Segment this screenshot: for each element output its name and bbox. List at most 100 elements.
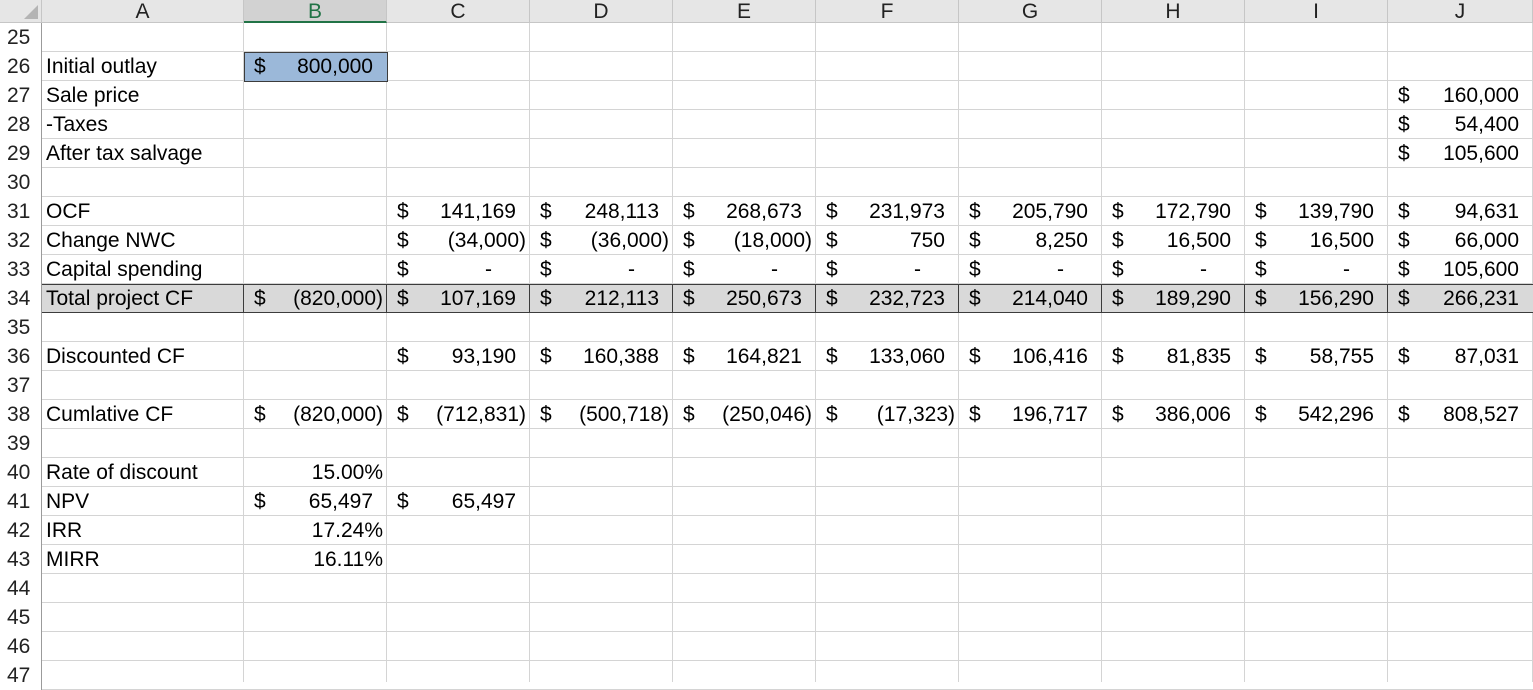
label-after-tax-salvage[interactable]: After tax salvage [46,139,202,168]
change-nwc-cell[interactable]: (36,000) [591,226,669,255]
row-header-29[interactable]: 29 [0,139,42,168]
discounted-cf-cell[interactable]: 93,190 [452,342,516,371]
discounted-cf-cell[interactable]: 160,388 [583,342,659,371]
cumulative-cf-cell[interactable]: 386,006 [1155,400,1231,429]
row-header-33[interactable]: 33 [0,255,42,284]
capital-spending-cell[interactable]: - [1057,255,1064,284]
label-sale-price[interactable]: Sale price [46,81,139,110]
irr-value[interactable]: 17.24% [312,516,383,545]
change-nwc-cell[interactable]: 16,500 [1310,226,1374,255]
row-header-42[interactable]: 42 [0,516,42,545]
rate-of-discount-value[interactable]: 15.00% [312,458,383,487]
cumulative-cf-cell[interactable]: 808,527 [1443,400,1519,429]
total-cf-cell[interactable]: 214,040 [1012,284,1088,313]
row-header-45[interactable]: 45 [0,603,42,632]
cumulative-cf-cell[interactable]: 542,296 [1298,400,1374,429]
select-all-corner[interactable] [0,0,42,23]
sale-price-value[interactable]: 160,000 [1443,81,1519,110]
ocf-cell[interactable]: 205,790 [1012,197,1088,226]
capital-spending-cell[interactable]: - [1343,255,1350,284]
npv-check-value[interactable]: 65,497 [452,487,516,516]
column-header-i[interactable]: I [1245,0,1388,23]
cumulative-cf-cell[interactable]: (712,831) [436,400,526,429]
cumulative-cf-cell[interactable]: (17,323) [877,400,955,429]
row-header-36[interactable]: 36 [0,342,42,371]
cumulative-cf-cell[interactable]: (500,718) [579,400,669,429]
column-header-h[interactable]: H [1102,0,1245,23]
row-header-39[interactable]: 39 [0,429,42,458]
label-mirr[interactable]: MIRR [46,545,100,574]
discounted-cf-cell[interactable]: 133,060 [869,342,945,371]
column-header-d[interactable]: D [530,0,673,23]
total-cf-cell[interactable]: 189,290 [1155,284,1231,313]
discounted-cf-cell[interactable]: 164,821 [726,342,802,371]
column-header-b[interactable]: B [244,0,387,23]
label-initial-outlay[interactable]: Initial outlay [46,52,157,81]
cumulative-cf-cell-b[interactable]: (820,000) [293,400,383,429]
cumulative-cf-cell[interactable]: 196,717 [1012,400,1088,429]
npv-value[interactable]: 65,497 [309,487,373,516]
row-header-35[interactable]: 35 [0,313,42,342]
row-header-38[interactable]: 38 [0,400,42,429]
ocf-cell[interactable]: 268,673 [726,197,802,226]
change-nwc-cell[interactable]: (34,000) [448,226,526,255]
capital-spending-cell[interactable]: - [914,255,921,284]
row-header-27[interactable]: 27 [0,81,42,110]
discounted-cf-cell[interactable]: 58,755 [1310,342,1374,371]
ocf-cell[interactable]: 172,790 [1155,197,1231,226]
total-cf-cell[interactable]: 266,231 [1443,284,1519,313]
change-nwc-cell[interactable]: 8,250 [1035,226,1088,255]
column-header-e[interactable]: E [673,0,816,23]
label-rate-of-discount[interactable]: Rate of discount [46,458,198,487]
row-header-25[interactable]: 25 [0,23,42,52]
label-change-nwc[interactable]: Change NWC [46,226,176,255]
row-header-46[interactable]: 46 [0,632,42,661]
row-header-44[interactable]: 44 [0,574,42,603]
capital-spending-cell[interactable]: - [485,255,492,284]
label-cumlative-cf[interactable]: Cumlative CF [46,400,173,429]
total-cf-cell[interactable]: 232,723 [869,284,945,313]
row-header-30[interactable]: 30 [0,168,42,197]
label-discounted-cf[interactable]: Discounted CF [46,342,185,371]
change-nwc-cell[interactable]: 16,500 [1167,226,1231,255]
row-header-47[interactable]: 47 [0,661,42,690]
total-cf-cell[interactable]: 212,113 [585,284,659,313]
total-cf-cell[interactable]: 156,290 [1298,284,1374,313]
label-total-project-cf[interactable]: Total project CF [46,284,193,313]
label-npv[interactable]: NPV [46,487,89,516]
total-cf-cell[interactable]: 250,673 [726,284,802,313]
row-header-37[interactable]: 37 [0,371,42,400]
row-header-40[interactable]: 40 [0,458,42,487]
label-irr[interactable]: IRR [46,516,82,545]
column-header-f[interactable]: F [816,0,959,23]
capital-spending-cell[interactable]: 105,600 [1443,255,1519,284]
discounted-cf-cell[interactable]: 81,835 [1167,342,1231,371]
spreadsheet-grid[interactable]: ABCDEFGHIJ 25 26 27 28 29 30 31 32 33 34 35 36 37 38 3… [0,0,1533,690]
ocf-cell[interactable]: 231,973 [869,197,945,226]
column-header-c[interactable]: C [387,0,530,23]
total-cf-cell[interactable]: 107,169 [440,284,516,313]
capital-spending-cell[interactable]: - [771,255,778,284]
discounted-cf-cell[interactable]: 106,416 [1012,342,1088,371]
row-header-41[interactable]: 41 [0,487,42,516]
change-nwc-cell[interactable]: (18,000) [734,226,812,255]
after-tax-salvage-value[interactable]: 105,600 [1443,139,1519,168]
column-header-g[interactable]: G [959,0,1102,23]
row-header-28[interactable]: 28 [0,110,42,139]
label-capital-spending[interactable]: Capital spending [46,255,202,284]
column-header-j[interactable]: J [1388,0,1533,23]
row-header-31[interactable]: 31 [0,197,42,226]
capital-spending-cell[interactable]: - [1200,255,1207,284]
total-cf-cell-b[interactable]: (820,000) [293,284,383,313]
ocf-cell[interactable]: 141,169 [440,197,516,226]
ocf-cell[interactable]: 94,631 [1455,197,1519,226]
row-header-32[interactable]: 32 [0,226,42,255]
row-header-26[interactable]: 26 [0,52,42,81]
mirr-value[interactable]: 16.11% [313,545,383,574]
discounted-cf-cell[interactable]: 87,031 [1455,342,1519,371]
change-nwc-cell[interactable]: 66,000 [1455,226,1519,255]
taxes-value[interactable]: 54,400 [1455,110,1519,139]
column-header-a[interactable]: A [42,0,244,23]
ocf-cell[interactable]: 139,790 [1298,197,1374,226]
label-ocf[interactable]: OCF [46,197,90,226]
